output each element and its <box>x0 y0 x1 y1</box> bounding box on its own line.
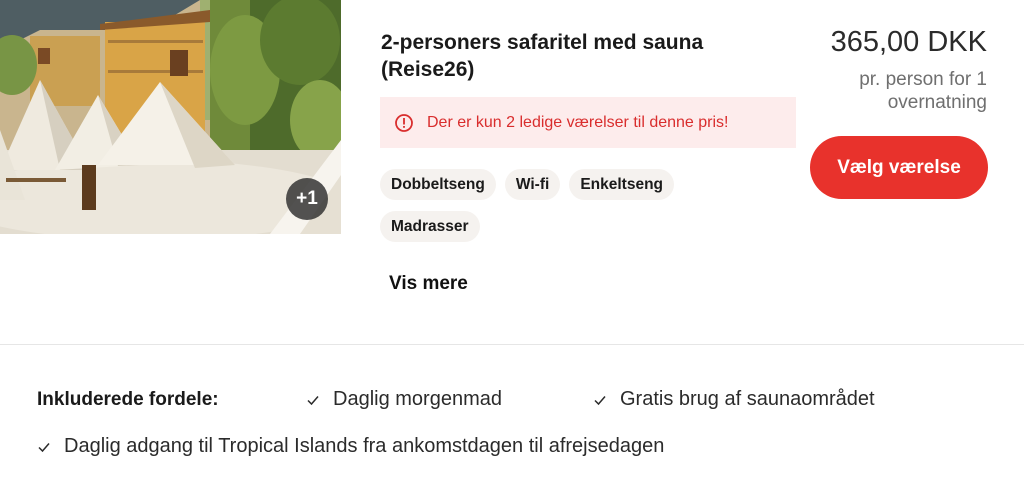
benefit-item: Gratis brug af saunaområdet <box>593 388 875 411</box>
room-title-line1: 2-personers safaritel med sauna <box>381 31 704 54</box>
select-room-button[interactable]: Vælg værelse <box>810 136 988 199</box>
check-icon <box>593 393 607 407</box>
show-more-link[interactable]: Vis mere <box>389 273 468 295</box>
amenity-chip: Madrasser <box>380 211 480 242</box>
benefit-text: Daglig morgenmad <box>333 388 502 410</box>
amenity-list: Dobbeltseng Wi-fi Enkeltseng Madrasser <box>380 169 710 242</box>
benefit-text: Gratis brug af saunaområdet <box>620 388 875 410</box>
included-benefits: Inkluderede fordele: Daglig morgenmad Gr… <box>0 345 1024 483</box>
price-note: pr. person for 1 overnatning <box>859 69 987 113</box>
room-price: 365,00 DKK <box>830 26 987 58</box>
benefits-label: Inkluderede fordele: <box>37 389 219 410</box>
benefit-item: Daglig morgenmad <box>306 388 502 411</box>
amenity-chip: Enkeltseng <box>569 169 675 200</box>
room-card: +1 2-personers safaritel med sauna (Reis… <box>0 0 1024 344</box>
room-photo[interactable]: +1 <box>0 0 341 234</box>
alert-circle-icon <box>394 113 414 133</box>
alert-text: Der er kun 2 ledige værelser til denne p… <box>427 113 729 131</box>
amenity-chip: Dobbeltseng <box>380 169 496 200</box>
check-icon <box>37 440 51 454</box>
amenity-chip: Wi-fi <box>504 169 561 200</box>
benefit-text: Daglig adgang til Tropical Islands fra a… <box>64 435 665 457</box>
check-icon <box>306 393 320 407</box>
photo-count-badge[interactable]: +1 <box>286 178 328 220</box>
room-title-line2: (Reise26) <box>381 58 475 81</box>
benefit-item: Daglig adgang til Tropical Islands fra a… <box>37 435 664 458</box>
availability-alert: Der er kun 2 ledige værelser til denne p… <box>380 97 796 148</box>
room-title: 2-personers safaritel med sauna (Reise26… <box>381 29 781 83</box>
